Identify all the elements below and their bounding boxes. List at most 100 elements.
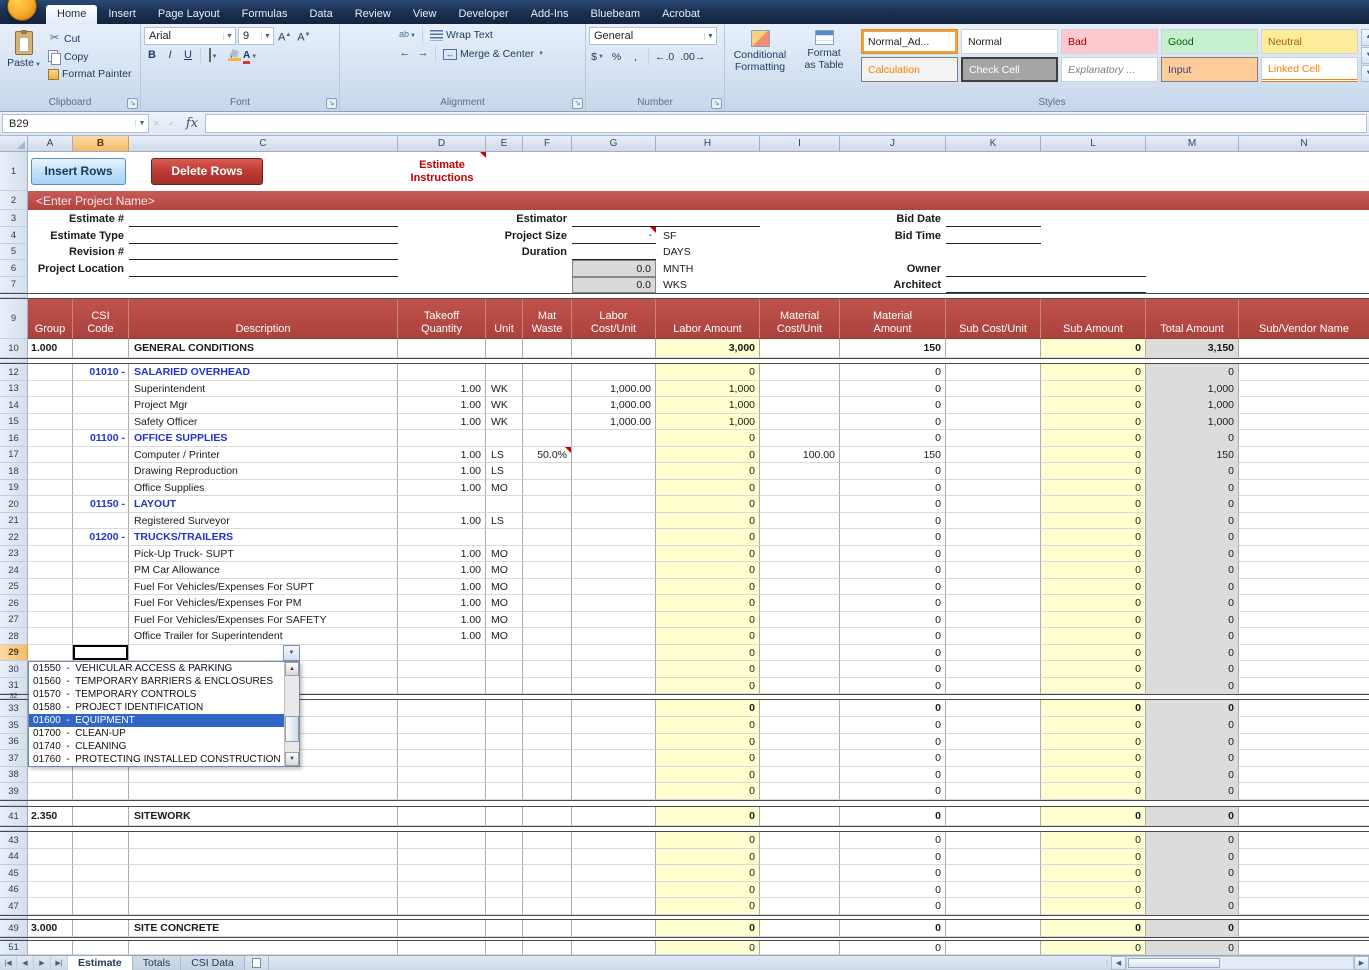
cell-A45[interactable] bbox=[28, 865, 73, 882]
cell-J43[interactable]: 0 bbox=[840, 832, 946, 849]
cell-H21[interactable]: 0 bbox=[656, 513, 760, 529]
cell-B44[interactable] bbox=[73, 849, 129, 865]
cell-E39[interactable] bbox=[486, 783, 523, 800]
row-header-21[interactable]: 21 bbox=[0, 513, 28, 529]
cell-D49[interactable] bbox=[398, 920, 486, 937]
cell-H31[interactable]: 0 bbox=[656, 678, 760, 694]
ribbon-tab-data[interactable]: Data bbox=[298, 5, 343, 24]
cell-H26[interactable]: 0 bbox=[656, 595, 760, 612]
cell-E13[interactable]: WK bbox=[486, 381, 523, 397]
cell-F47[interactable] bbox=[523, 898, 572, 915]
cell-E23[interactable]: MO bbox=[486, 546, 523, 562]
gallery-down-icon[interactable]: ▼ bbox=[1361, 47, 1369, 64]
decrease-decimal-button[interactable]: .00→ bbox=[678, 48, 707, 65]
cell-B41[interactable] bbox=[73, 807, 129, 826]
cell-I36[interactable] bbox=[760, 734, 840, 750]
cell-I6[interactable]: Owner bbox=[760, 260, 946, 277]
cell-J23[interactable]: 0 bbox=[840, 546, 946, 562]
cell-D38[interactable] bbox=[398, 767, 486, 783]
row-header-27[interactable]: 27 bbox=[0, 612, 28, 628]
cell-C46[interactable] bbox=[129, 882, 398, 898]
cell-F26[interactable] bbox=[523, 595, 572, 612]
cell-M44[interactable]: 0 bbox=[1146, 849, 1239, 865]
cell-J5[interactable] bbox=[840, 244, 946, 260]
cell-L30[interactable]: 0 bbox=[1041, 661, 1146, 678]
tab-split-handle[interactable]: ⋮ bbox=[1103, 956, 1111, 970]
column-header-J[interactable]: J bbox=[840, 136, 946, 151]
cell-H33[interactable]: 0 bbox=[656, 700, 760, 717]
cell-M43[interactable]: 0 bbox=[1146, 832, 1239, 849]
format-as-table-button[interactable]: Format as Table bbox=[792, 27, 856, 71]
cell-B10[interactable] bbox=[73, 339, 129, 358]
cell-E10[interactable] bbox=[486, 339, 523, 358]
dropdown-item-3[interactable]: 01580 - PROJECT IDENTIFICATION bbox=[29, 701, 284, 714]
cell-L51[interactable]: 0 bbox=[1041, 941, 1146, 955]
cell-N19[interactable] bbox=[1239, 480, 1369, 496]
cell-F19[interactable] bbox=[523, 480, 572, 496]
column-header-H[interactable]: H bbox=[656, 136, 760, 151]
cell-H14[interactable]: 1,000 bbox=[656, 397, 760, 414]
cell-I24[interactable] bbox=[760, 562, 840, 579]
ribbon-tab-view[interactable]: View bbox=[402, 5, 448, 24]
row-header-47[interactable]: 47 bbox=[0, 898, 28, 915]
cell-A13[interactable] bbox=[28, 381, 73, 397]
ribbon-tab-review[interactable]: Review bbox=[344, 5, 402, 24]
cell-B15[interactable] bbox=[73, 414, 129, 430]
cell-H47[interactable]: 0 bbox=[656, 898, 760, 915]
cell-D25[interactable]: 1.00 bbox=[398, 579, 486, 595]
cell-L44[interactable]: 0 bbox=[1041, 849, 1146, 865]
column-header-D[interactable]: D bbox=[398, 136, 486, 151]
cell-D3[interactable] bbox=[398, 210, 486, 227]
row-header-46[interactable]: 46 bbox=[0, 882, 28, 898]
cell-N31[interactable] bbox=[1239, 678, 1369, 694]
ribbon-tab-page-layout[interactable]: Page Layout bbox=[147, 5, 231, 24]
cell-A15[interactable] bbox=[28, 414, 73, 430]
cell-I19[interactable] bbox=[760, 480, 840, 496]
cell-M26[interactable]: 0 bbox=[1146, 595, 1239, 612]
cell-D7[interactable] bbox=[398, 277, 486, 293]
cell-N26[interactable] bbox=[1239, 595, 1369, 612]
cell-I39[interactable] bbox=[760, 783, 840, 800]
cell-F28[interactable] bbox=[523, 628, 572, 645]
cell-G5[interactable] bbox=[572, 244, 656, 260]
cell-L9[interactable]: Sub Amount bbox=[1041, 299, 1146, 339]
cell-E16[interactable] bbox=[486, 430, 523, 447]
cell-J38[interactable]: 0 bbox=[840, 767, 946, 783]
cell-N45[interactable] bbox=[1239, 865, 1369, 882]
cell-F16[interactable] bbox=[523, 430, 572, 447]
cell-J46[interactable]: 0 bbox=[840, 882, 946, 898]
cell-L47[interactable]: 0 bbox=[1041, 898, 1146, 915]
cell-J18[interactable]: 0 bbox=[840, 463, 946, 480]
cell-E31[interactable] bbox=[486, 678, 523, 694]
cell-I14[interactable] bbox=[760, 397, 840, 414]
cell-I43[interactable] bbox=[760, 832, 840, 849]
cell-L17[interactable]: 0 bbox=[1041, 447, 1146, 463]
cell-F14[interactable] bbox=[523, 397, 572, 414]
cell-I18[interactable] bbox=[760, 463, 840, 480]
row-header-hidden[interactable] bbox=[0, 938, 28, 940]
cell-K43[interactable] bbox=[946, 832, 1041, 849]
row-header-36[interactable]: 36 bbox=[0, 734, 28, 750]
cell-N37[interactable] bbox=[1239, 750, 1369, 767]
cell-G46[interactable] bbox=[572, 882, 656, 898]
cell-K31[interactable] bbox=[946, 678, 1041, 694]
ribbon-tab-acrobat[interactable]: Acrobat bbox=[651, 5, 711, 24]
cell-I10[interactable] bbox=[760, 339, 840, 358]
column-header-M[interactable]: M bbox=[1146, 136, 1239, 151]
orientation-button[interactable]: ab▼ bbox=[397, 27, 418, 43]
cell-A46[interactable] bbox=[28, 882, 73, 898]
sheet-tab-totals[interactable]: Totals bbox=[132, 956, 182, 970]
cell-F25[interactable] bbox=[523, 579, 572, 595]
cell-H46[interactable]: 0 bbox=[656, 882, 760, 898]
cell-E12[interactable] bbox=[486, 364, 523, 381]
font-size-combo[interactable]: 9 ▼ bbox=[238, 27, 274, 45]
cell-C25[interactable]: Fuel For Vehicles/Expenses For SUPT bbox=[129, 579, 398, 595]
cell-C14[interactable]: Project Mgr bbox=[129, 397, 398, 414]
cell-F27[interactable] bbox=[523, 612, 572, 628]
cell-H16[interactable]: 0 bbox=[656, 430, 760, 447]
cell-D33[interactable] bbox=[398, 700, 486, 717]
cell-I38[interactable] bbox=[760, 767, 840, 783]
cell-E26[interactable]: MO bbox=[486, 595, 523, 612]
cell-H45[interactable]: 0 bbox=[656, 865, 760, 882]
cell-H18[interactable]: 0 bbox=[656, 463, 760, 480]
